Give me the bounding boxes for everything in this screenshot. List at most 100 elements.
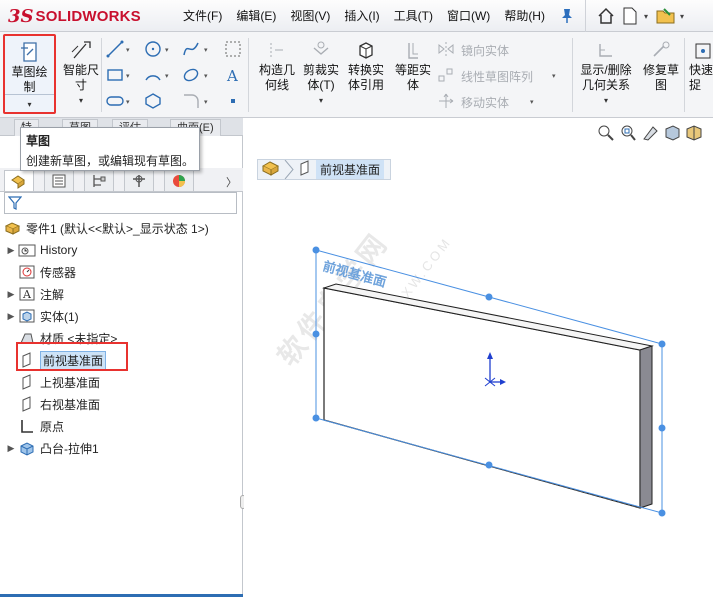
extrude-front-face[interactable] (323, 287, 641, 509)
slot-icon[interactable] (106, 92, 124, 110)
propertymanager-tab[interactable] (44, 170, 74, 191)
convert-entities-icon (340, 34, 392, 62)
repair-sketch-button[interactable]: 修复草 图 (636, 34, 686, 114)
construction-geometry-label-1: 构造几 (258, 63, 295, 77)
chevron-down-icon[interactable]: ▾ (530, 98, 534, 106)
plane-edge-handle[interactable] (312, 330, 320, 338)
new-document-icon[interactable] (620, 6, 640, 26)
plane-icon (18, 396, 36, 412)
menu-file[interactable]: 文件(F) (176, 0, 229, 32)
extrude-side-face[interactable] (639, 345, 653, 509)
polygon-icon[interactable] (144, 92, 162, 110)
pin-icon[interactable] (560, 8, 576, 24)
tree-label: 右视基准面 (40, 397, 101, 412)
expand-arrow-icon[interactable]: ▶ (6, 245, 16, 256)
chevron-down-icon[interactable]: ▾ (296, 96, 346, 105)
display-manager-tab[interactable] (164, 170, 194, 191)
tree-item-solid-bodies[interactable]: ▶ 实体(1) (6, 306, 79, 326)
dimxpert-tab[interactable] (124, 170, 154, 191)
chevron-down-icon[interactable]: ▾ (126, 46, 130, 54)
chevron-right-icon[interactable]: 〉 (226, 174, 237, 190)
plane-label[interactable]: 前视基准面 (321, 258, 388, 289)
chevron-down-icon[interactable]: ▾ (204, 72, 208, 80)
expand-arrow-icon[interactable]: ▶ (6, 311, 16, 322)
featuremanager-tab[interactable] (4, 170, 34, 191)
fillet-icon[interactable] (182, 92, 200, 110)
plane-edge-handle[interactable] (485, 461, 493, 469)
linear-pattern-icon[interactable] (437, 66, 455, 84)
chevron-down-icon[interactable]: ▾ (126, 72, 130, 80)
menu-help[interactable]: 帮助(H) (497, 0, 552, 32)
menu-edit[interactable]: 编辑(E) (229, 0, 283, 32)
chevron-down-icon[interactable]: ▾ (576, 96, 636, 105)
configurationmanager-tab[interactable] (84, 170, 114, 191)
linear-pattern-label[interactable]: 线性草图阵列 (461, 68, 533, 85)
tree-item-right-plane[interactable]: 右视基准面 (18, 394, 100, 414)
chevron-down-icon[interactable]: ▾ (552, 72, 556, 80)
tree-item-top-plane[interactable]: 上视基准面 (18, 372, 100, 392)
chevron-down-icon[interactable]: ▾ (165, 46, 169, 54)
mirror-icon[interactable] (437, 40, 455, 58)
plane-edge-handle[interactable] (485, 293, 493, 301)
circle-icon[interactable] (144, 40, 162, 58)
point-icon[interactable] (224, 92, 242, 110)
tree-item-sensors[interactable]: 传感器 (18, 262, 76, 282)
convert-entities-button[interactable]: 转换实 体引用 (340, 34, 392, 114)
ellipse-icon[interactable] (182, 66, 200, 84)
ds-logo-mark: 3S (8, 5, 34, 27)
plane-corner-handle[interactable] (312, 246, 320, 254)
menu-insert[interactable]: 插入(I) (337, 0, 386, 32)
chevron-down-icon[interactable]: ▾ (5, 100, 54, 109)
tree-root-part[interactable]: 零件1 (默认<<默认>_显示状态 1>) (4, 218, 209, 238)
tooltip-description: 创建新草图，或编辑现有草图。 (26, 154, 195, 168)
smart-dimension-button[interactable]: 智能尺 寸 ▾ (56, 34, 106, 114)
offset-entities-button[interactable]: 等距实 体 (388, 34, 438, 114)
move-entities-label[interactable]: 移动实体 (461, 94, 509, 111)
display-delete-relations-button[interactable]: 显示/删除 几何关系 ▾ (576, 34, 636, 114)
plane-corner-handle[interactable] (658, 509, 666, 517)
trim-entities-label-1: 剪裁实 (302, 63, 339, 77)
construction-geometry-button[interactable]: 构造几 何线 (252, 34, 302, 114)
tooltip-title: 草图 (26, 134, 51, 148)
smart-dimension-label-2: 寸 (74, 78, 87, 92)
trim-entities-button[interactable]: 剪裁实 体(T) ▾ (296, 34, 346, 114)
plane-corner-handle[interactable] (658, 340, 666, 348)
feature-manager-panel: 〉 零件1 (默认<<默认>_显示状态 1>) ▶ History 传感器 ▶ … (0, 136, 243, 597)
plane-edge-handle[interactable] (658, 424, 666, 432)
tree-item-history[interactable]: ▶ History (6, 240, 78, 260)
chevron-down-icon[interactable]: ▾ (56, 96, 106, 105)
feature-filter-input[interactable] (4, 192, 237, 214)
move-entities-icon[interactable] (437, 92, 455, 110)
history-icon (18, 242, 36, 258)
line-icon[interactable] (106, 40, 124, 58)
spline-icon[interactable] (182, 40, 200, 58)
quick-snaps-label-2: 捉 (689, 78, 702, 92)
open-folder-icon[interactable] (656, 6, 676, 26)
menu-tools[interactable]: 工具(T) (387, 0, 440, 32)
mirror-entities-label[interactable]: 镜向实体 (461, 42, 509, 59)
tree-item-boss-extrude[interactable]: ▶ 凸台-拉伸1 (6, 438, 99, 458)
home-icon[interactable] (596, 6, 616, 26)
chevron-down-icon[interactable]: ▾ (680, 12, 688, 21)
text-icon[interactable]: A (224, 66, 242, 84)
sketch-button[interactable]: 草图绘 制 ▾ (3, 34, 56, 114)
chevron-down-icon[interactable]: ▾ (165, 72, 169, 80)
chevron-down-icon[interactable]: ▾ (644, 12, 652, 21)
chevron-down-icon[interactable]: ▾ (126, 98, 130, 106)
menu-window[interactable]: 窗口(W) (440, 0, 497, 32)
grid-icon[interactable] (224, 40, 242, 58)
arc-icon[interactable] (144, 66, 162, 84)
solidworks-logo[interactable]: 3S SOLIDWORKS (8, 5, 141, 27)
plane-corner-handle[interactable] (312, 414, 320, 422)
expand-arrow-icon[interactable]: ▶ (6, 289, 16, 300)
tree-item-annotations[interactable]: ▶ A 注解 (6, 284, 64, 304)
menu-view[interactable]: 视图(V) (283, 0, 337, 32)
quick-snaps-button[interactable]: 快速 捉 (689, 34, 713, 114)
chevron-down-icon[interactable]: ▾ (204, 98, 208, 106)
graphics-area[interactable]: 前视基准面 软件自学网 WWW.RJZXW.COM 前视基准面 (244, 118, 713, 594)
expand-arrow-icon[interactable]: ▶ (6, 443, 16, 454)
rectangle-icon[interactable] (106, 66, 124, 84)
annotation-icon: A (18, 286, 36, 302)
chevron-down-icon[interactable]: ▾ (204, 46, 208, 54)
tree-item-origin[interactable]: 原点 (18, 416, 64, 436)
